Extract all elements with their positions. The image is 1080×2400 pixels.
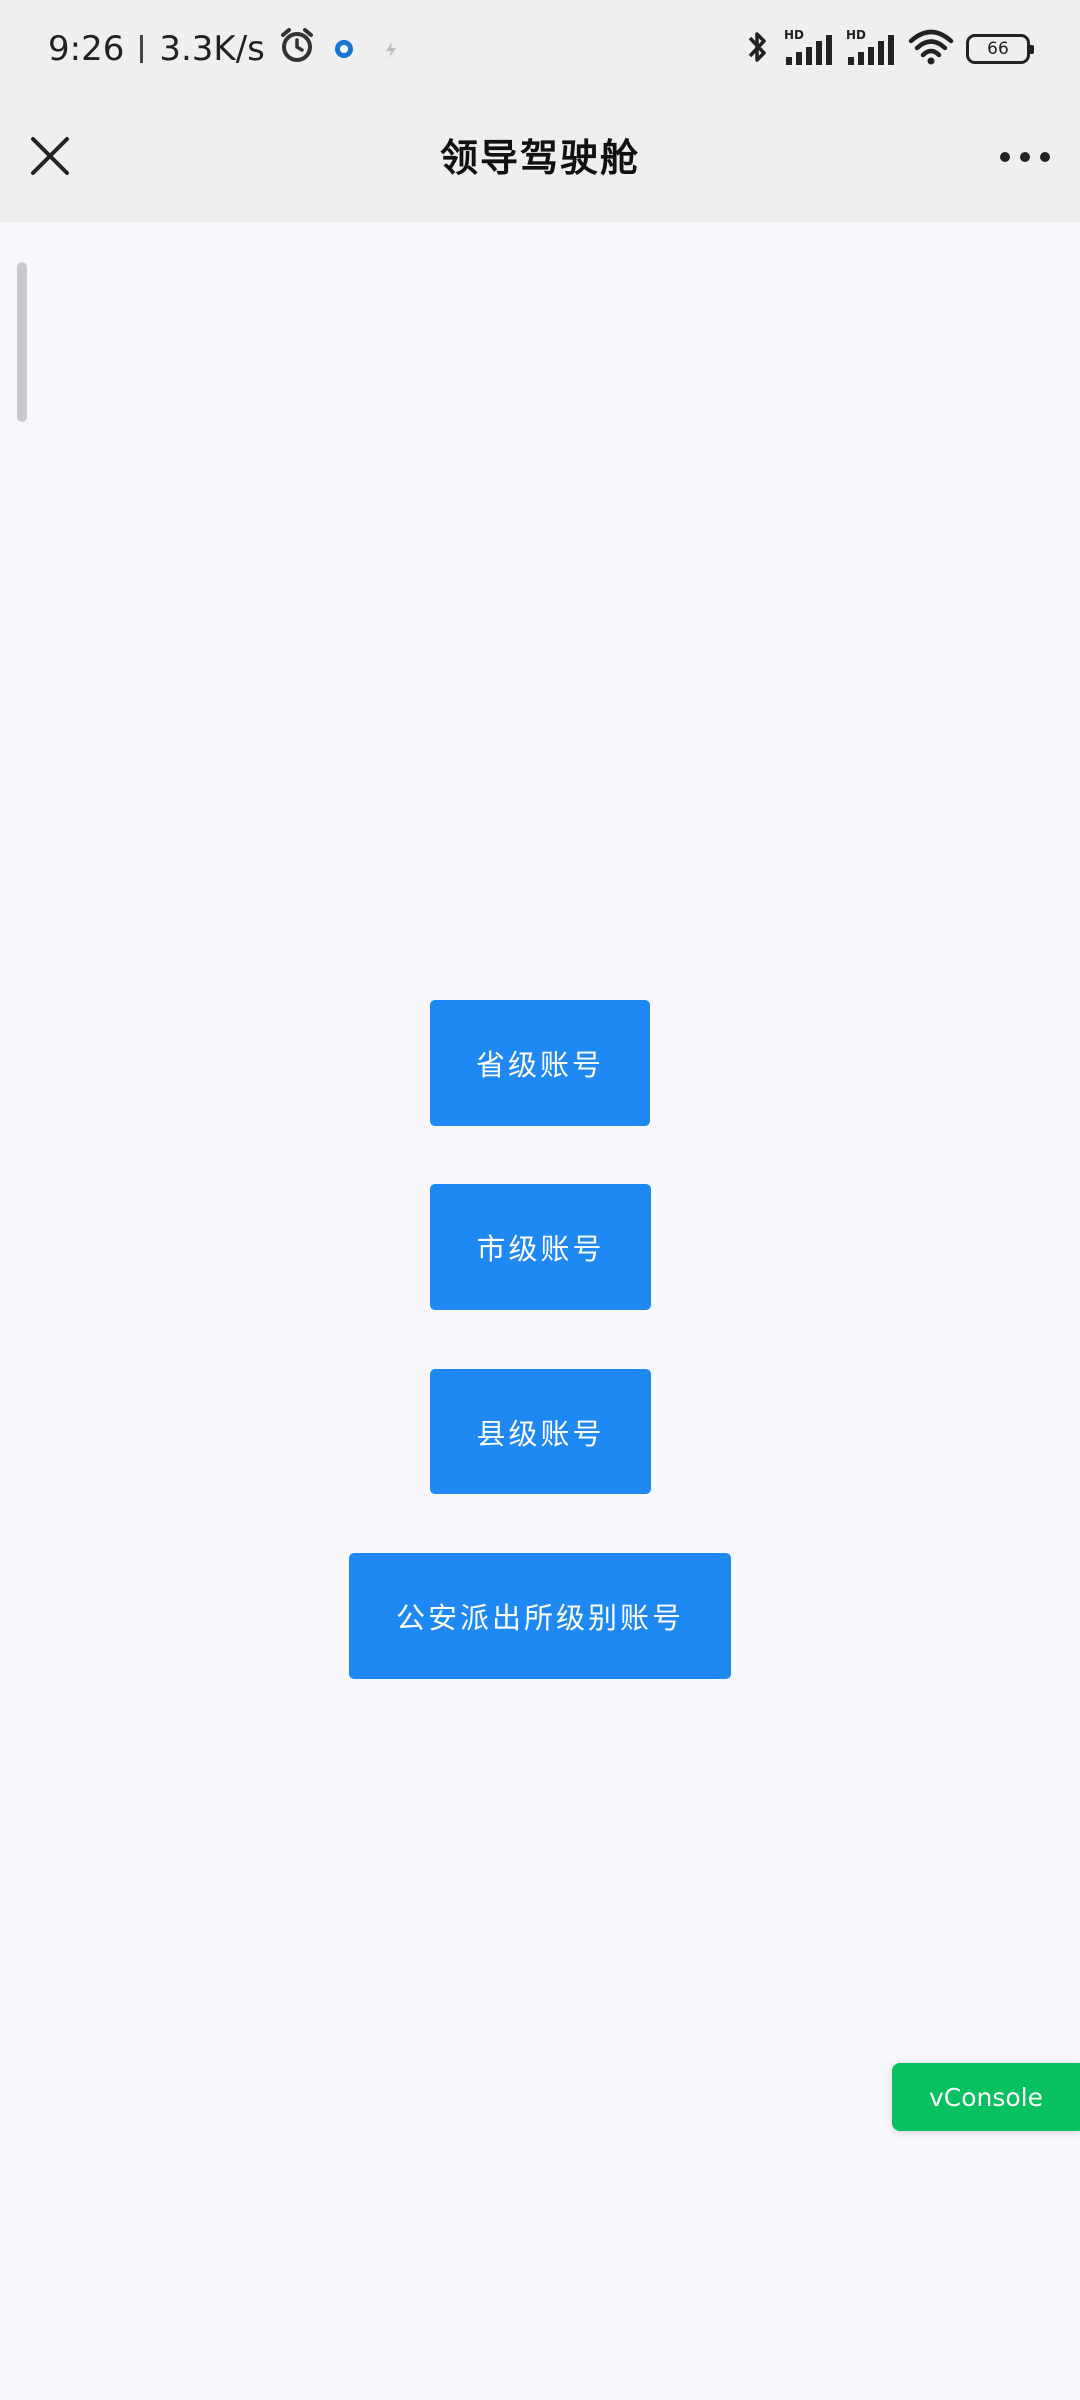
status-time: 9:26 bbox=[48, 29, 125, 69]
vconsole-button[interactable]: vConsole bbox=[892, 2063, 1080, 2131]
signal-2-hd-label: HD bbox=[846, 28, 866, 42]
title-bar: 领导驾驶舱 bbox=[0, 100, 1080, 222]
hd-signal-icon: HD bbox=[784, 27, 834, 71]
status-right: HD HD 66 bbox=[744, 24, 1034, 74]
city-account-button[interactable]: 市级账号 bbox=[430, 1184, 651, 1310]
status-left: 9:26 3.3K/s bbox=[48, 24, 401, 74]
bolt-icon bbox=[381, 29, 401, 69]
more-dots-icon bbox=[1000, 152, 1050, 162]
battery-level: 66 bbox=[987, 39, 1009, 59]
hd-signal-icon: HD bbox=[846, 27, 896, 71]
alarm-icon bbox=[277, 25, 317, 74]
status-bar: 9:26 3.3K/s HD HD 66 bbox=[0, 0, 1080, 100]
wifi-icon bbox=[908, 27, 954, 71]
scrollbar[interactable] bbox=[17, 262, 27, 422]
battery-indicator: 66 bbox=[966, 34, 1034, 64]
more-options-button[interactable] bbox=[992, 130, 1058, 186]
county-account-button[interactable]: 县级账号 bbox=[430, 1369, 651, 1494]
page-title: 领导驾驶舱 bbox=[439, 135, 640, 180]
network-speed: 3.3K/s bbox=[159, 29, 265, 69]
police-station-account-button[interactable]: 公安派出所级别账号 bbox=[349, 1553, 731, 1679]
app-notification-icon bbox=[333, 29, 355, 69]
bluetooth-icon bbox=[744, 27, 772, 71]
status-separator bbox=[140, 35, 144, 63]
signal-1-hd-label: HD bbox=[784, 28, 804, 42]
province-account-button[interactable]: 省级账号 bbox=[430, 1000, 650, 1126]
